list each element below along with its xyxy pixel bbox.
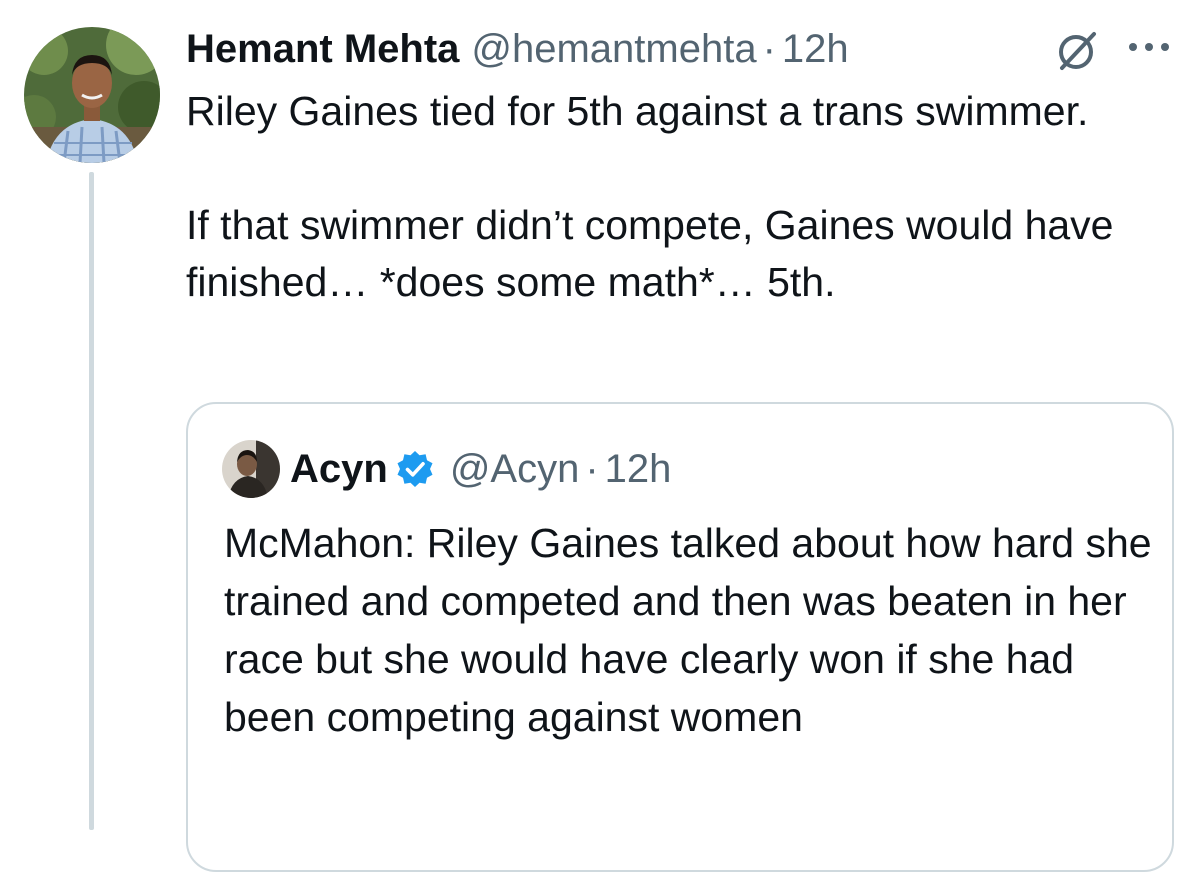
grok-icon[interactable] — [1054, 28, 1100, 74]
separator-dot: · — [585, 447, 599, 491]
tweet-paragraph: Riley Gaines tied for 5th against a tran… — [186, 88, 1089, 134]
thread-line — [89, 172, 94, 830]
quoted-tweet-timestamp[interactable]: 12h — [605, 443, 672, 495]
more-options-icon[interactable] — [1126, 40, 1172, 54]
verified-badge-icon — [397, 451, 433, 487]
quoted-tweet-header: Acyn @Acyn · 12h — [290, 443, 671, 495]
quoted-tweet-text: McMahon: Riley Gaines talked about how h… — [224, 520, 1152, 740]
tweet-timestamp[interactable]: 12h — [782, 24, 849, 74]
tweet-paragraph: If that swimmer didn’t compete, Gaines w… — [186, 202, 1125, 305]
quoted-author-handle[interactable]: @Acyn — [450, 443, 580, 495]
tweet-header: Hemant Mehta @hemantmehta · 12h — [186, 24, 849, 74]
quoted-author-avatar[interactable] — [222, 440, 280, 498]
author-handle[interactable]: @hemantmehta — [471, 24, 756, 74]
tweet-text: Riley Gaines tied for 5th against a tran… — [186, 83, 1166, 311]
author-avatar[interactable] — [24, 27, 160, 163]
quoted-author-name[interactable]: Acyn — [290, 443, 388, 495]
author-name[interactable]: Hemant Mehta — [186, 24, 459, 74]
separator-dot: · — [762, 27, 776, 71]
